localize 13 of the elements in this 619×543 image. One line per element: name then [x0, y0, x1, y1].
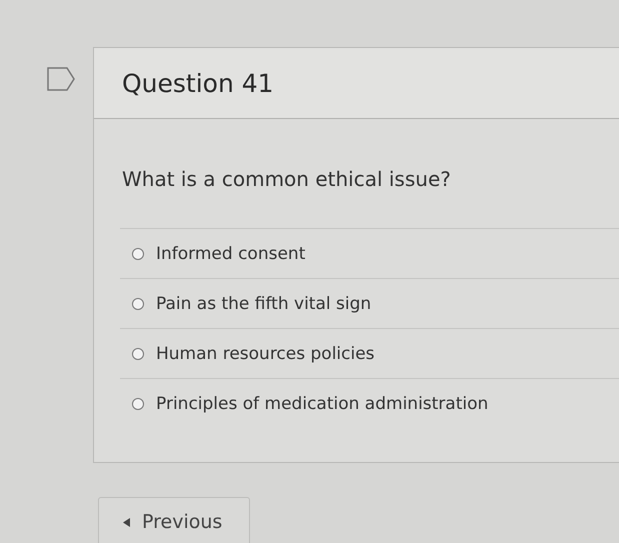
- radio-button[interactable]: [132, 248, 144, 260]
- radio-button[interactable]: [132, 398, 144, 410]
- caret-icon: [123, 518, 130, 526]
- radio-button[interactable]: [132, 348, 144, 360]
- option-label[interactable]: Pain as the fifth vital sign: [156, 294, 372, 314]
- question-title: Question 41: [122, 68, 274, 98]
- question-text: What is a common ethical issue?: [122, 167, 452, 191]
- option-label[interactable]: Principles of medication administration: [156, 394, 488, 414]
- option-label[interactable]: Human resources policies: [156, 344, 375, 364]
- option-label[interactable]: Informed consent: [156, 244, 306, 264]
- radio-button[interactable]: [132, 298, 144, 310]
- previous-button[interactable]: Previous: [98, 497, 250, 543]
- flag-icon[interactable]: [47, 67, 75, 91]
